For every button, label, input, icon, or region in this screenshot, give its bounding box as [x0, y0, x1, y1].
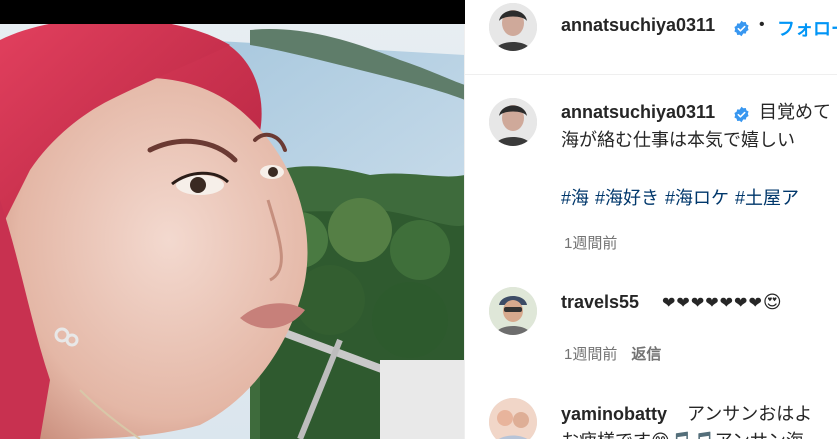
- media-top-bar: [0, 0, 465, 24]
- comment-text: ❤❤❤❤❤❤❤😍: [662, 289, 782, 317]
- reply-button[interactable]: 返信: [631, 346, 661, 363]
- hashtag-link[interactable]: #海ロケ: [665, 188, 729, 208]
- heart-eyes-emoji: 😍: [762, 292, 782, 312]
- author-avatar[interactable]: [489, 3, 537, 51]
- header-username[interactable]: annatsuchiya0311: [561, 15, 715, 36]
- hashtag-list: #海 #海好き #海ロケ #土屋ア: [561, 184, 805, 210]
- caption-username[interactable]: annatsuchiya0311: [561, 102, 715, 123]
- follow-button[interactable]: フォロー: [777, 15, 837, 41]
- comment-hearts: ❤❤❤❤❤❤❤: [662, 295, 763, 312]
- verified-badge-icon: [734, 106, 749, 123]
- comment-text-line2: お疲様です😊🎵🎵アンサン海: [561, 428, 804, 439]
- post-side-panel: annatsuchiya0311 • フォロー annatsuchiya0311…: [465, 0, 837, 439]
- comment-username[interactable]: travels55: [561, 292, 639, 313]
- avatar-image: [489, 3, 537, 51]
- comment-text: アンサンおはよ: [687, 404, 813, 424]
- hashtag-link[interactable]: #海: [561, 188, 589, 208]
- avatar-image: [489, 98, 537, 146]
- comment-avatar[interactable]: [489, 287, 537, 335]
- post-header: annatsuchiya0311 • フォロー: [465, 0, 837, 75]
- caption-text-line1: 目覚めて: [759, 102, 831, 122]
- caption-timestamp[interactable]: 1週間前: [564, 232, 617, 253]
- hashtag-link[interactable]: #海好き: [595, 188, 659, 208]
- caption-avatar[interactable]: [489, 98, 537, 146]
- header-separator: •: [759, 16, 765, 33]
- verified-badge-icon: [734, 20, 749, 37]
- comment-avatar[interactable]: [489, 398, 537, 439]
- avatar-image: [489, 398, 537, 439]
- avatar-image: [489, 287, 537, 335]
- comment-meta: 1週間前 返信: [564, 343, 661, 364]
- hashtag-link[interactable]: #土屋ア: [735, 188, 799, 208]
- post-media[interactable]: [0, 0, 465, 439]
- caption-text-line2: 海が絡む仕事は本気で嬉しい: [561, 130, 795, 150]
- comment-username[interactable]: yaminobatty: [561, 404, 667, 425]
- comment-timestamp[interactable]: 1週間前: [564, 346, 617, 363]
- post-photo: [0, 0, 465, 439]
